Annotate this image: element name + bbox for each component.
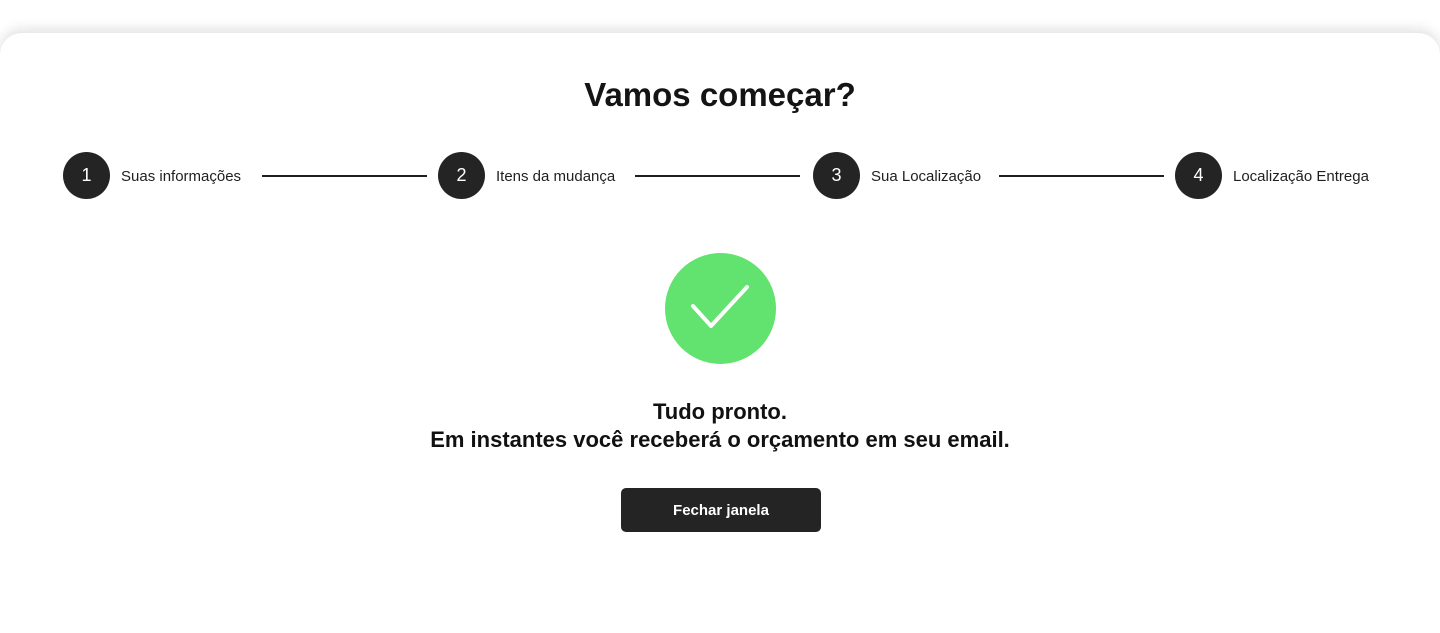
success-message-line-2: Em instantes você receberá o orçamento e… <box>430 427 1010 452</box>
modal-title: Vamos começar? <box>584 76 856 113</box>
step-connector <box>999 175 1164 177</box>
step-number-badge: 4 <box>1175 151 1222 199</box>
step-3: 3 Sua Localização <box>813 151 981 199</box>
step-connector <box>262 175 427 177</box>
step-4: 4 Localização Entrega <box>1175 151 1369 199</box>
quote-modal: Vamos começar? 1 Suas informações 2 Iten… <box>0 33 1440 633</box>
step-label: Sua Localização <box>871 168 982 185</box>
success-message: Tudo pronto. Em instantes você receberá … <box>0 398 1440 454</box>
step-connector <box>635 175 800 177</box>
step-number-badge: 2 <box>438 151 485 199</box>
success-message-line-1: Tudo pronto. <box>653 399 787 424</box>
checkmark-icon <box>665 253 776 364</box>
checkmark-glyph <box>691 285 749 328</box>
step-label: Itens da mudança <box>496 168 616 185</box>
step-number-badge: 1 <box>63 151 110 199</box>
close-window-button[interactable]: Fechar janela <box>621 488 821 532</box>
step-label: Localização Entrega <box>1233 168 1369 185</box>
step-label: Suas informações <box>121 168 242 185</box>
progress-stepper: 1 Suas informações 2 Itens da mudança 3 … <box>0 151 1440 199</box>
step-2: 2 Itens da mudança <box>438 151 615 199</box>
step-number-badge: 3 <box>813 151 860 199</box>
step-1: 1 Suas informações <box>63 151 241 199</box>
